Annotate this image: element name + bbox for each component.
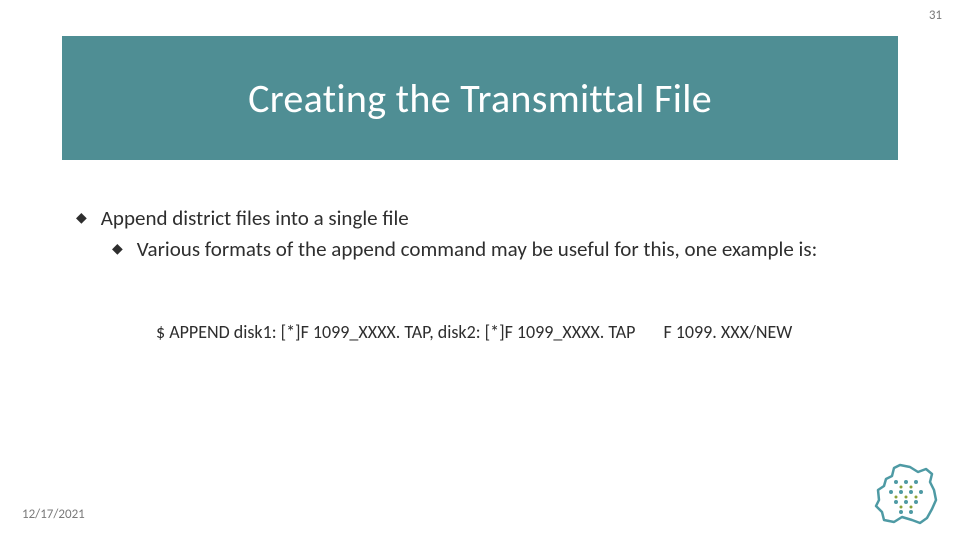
footer-date: 12/17/2021 [22, 507, 85, 522]
diamond-bullet-icon: ◆ [76, 205, 87, 231]
bullet-level-1: ◆ Append district files into a single fi… [76, 205, 896, 232]
page-number: 31 [929, 8, 942, 23]
body-content: ◆ Append district files into a single fi… [76, 205, 896, 343]
bullet-2-text: Various formats of the append command ma… [137, 236, 817, 263]
ohio-logo-icon [872, 462, 942, 526]
command-text: $ APPEND disk1: [*]F 1099_XXXX. TAP, dis… [156, 321, 635, 343]
bullet-1-text: Append district files into a single file [101, 205, 409, 232]
bullet-level-2: ◆ Various formats of the append command … [112, 236, 896, 263]
command-line: $ APPEND disk1: [*]F 1099_XXXX. TAP, dis… [156, 321, 896, 343]
command-output: F 1099. XXX/NEW [663, 321, 792, 343]
diamond-bullet-icon: ◆ [112, 236, 123, 262]
slide-title: Creating the Transmittal File [248, 74, 712, 123]
title-band: Creating the Transmittal File [62, 36, 898, 160]
